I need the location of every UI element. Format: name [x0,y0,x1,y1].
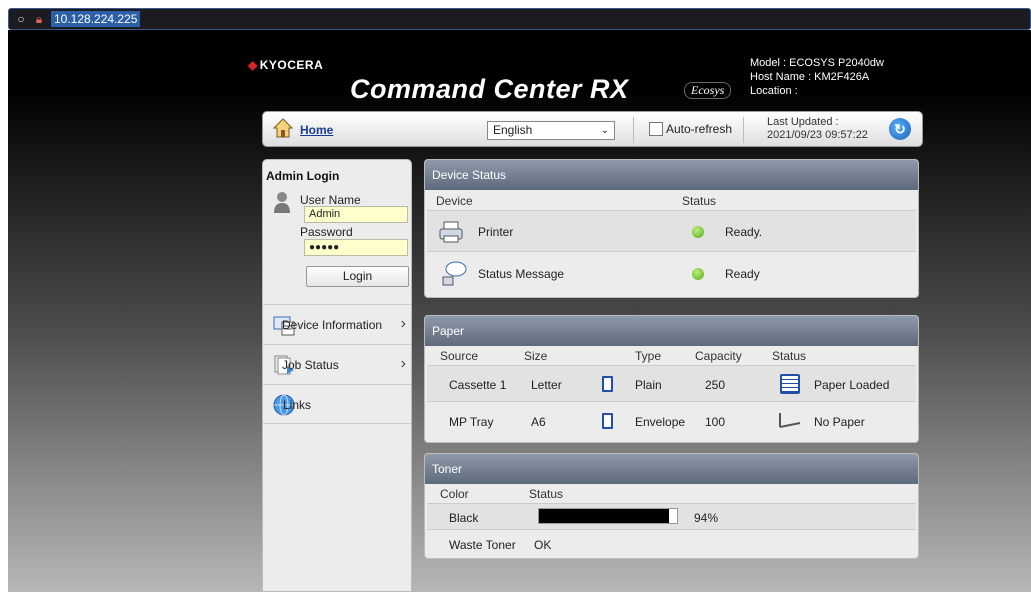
status-message-icon [442,261,467,286]
size-column-header: Size [524,349,548,363]
kyocera-logo: ◆ KYOCERA [248,58,323,72]
paper-status: Paper Loaded [814,378,890,392]
language-select[interactable]: English ⌄ [487,121,615,140]
table-row: Status Message Ready [427,255,916,295]
device-status-title: Device Status [425,160,918,190]
paper-type: Envelope [635,415,686,429]
device-status-panel: Device Status Device Status Printer Read… [424,159,919,298]
command-center-page: ◆ KYOCERA Command Center RX Ecosys Model … [8,30,1031,592]
refresh-icon[interactable]: ↻ [889,118,911,140]
capacity-column-header: Capacity [695,349,742,363]
no-paper-icon [779,413,801,428]
paper-type: Plain [635,378,662,392]
chevron-right-icon: › [400,315,406,332]
window-top-strip [0,0,1031,8]
paper-size: A6 [531,415,546,429]
sidebar-item-device-information[interactable]: Device Information › [263,304,411,344]
paper-panel: Paper Source Size Type Capacity Status C… [424,315,919,443]
waste-toner-status: OK [534,538,552,552]
sidebar: Admin Login User Name Admin Password ●●●… [262,159,412,592]
username-label: User Name [300,193,361,207]
printer-icon [439,221,463,243]
table-row: Printer Ready. [427,210,916,252]
device-status: Ready. [725,225,763,239]
device-name: Printer [478,225,514,239]
home-icon[interactable] [273,118,293,138]
host-text: Host Name : KM2F426A [750,71,870,83]
username-input[interactable]: Admin [304,206,408,223]
status-column-header: Status [772,349,807,363]
status-column-header: Status [529,487,564,501]
sidebar-item-links[interactable]: Links [263,384,411,424]
admin-login-title: Admin Login [266,169,340,183]
toner-color: Black [449,511,479,525]
auto-refresh-checkbox[interactable] [649,122,663,136]
toner-level-bar [538,508,678,524]
type-column-header: Type [635,349,662,363]
last-updated: Last Updated : 2021/09/23 09:57:22 [767,116,868,142]
device-column-header: Device [436,194,473,208]
toner-title: Toner [425,454,918,484]
url-text[interactable]: 10.128.224.225 [51,11,141,27]
ecosys-logo: Ecosys [684,82,732,99]
last-updated-label: Last Updated : [767,116,839,128]
brand-text: KYOCERA [259,58,324,72]
table-row: Cassette 1 Letter Plain 250 Paper Loaded [427,365,916,402]
navbar-divider [743,117,744,143]
home-link[interactable]: Home [300,123,333,137]
chevron-down-icon: ⌄ [600,125,609,136]
kyocera-mark-icon: ◆ [248,58,258,72]
shield-icon[interactable]: ○ [15,12,27,26]
paper-capacity: 250 [705,378,726,392]
table-row: Black 94% [427,503,916,530]
paper-capacity: 100 [705,415,726,429]
status-column-header: Status [682,194,717,208]
password-input[interactable]: ●●●●● [304,239,408,256]
status-ok-icon [692,226,704,238]
device-status: Ready [725,267,760,281]
address-bar[interactable]: ○ 🔒︎ 10.128.224.225 [8,8,1031,30]
location-text: Location : [750,85,798,97]
table-row: MP Tray A6 Envelope 100 No Paper [427,403,916,440]
language-value: English [493,123,533,137]
status-ok-icon [692,268,704,280]
device-name: Status Message [478,267,565,281]
device-info-header: Model : ECOSYS P2040dw Host Name : KM2F4… [750,56,884,98]
insecure-lock-icon[interactable]: 🔒︎ [33,12,45,27]
model-text: Model : ECOSYS P2040dw [750,57,884,69]
paper-sheet-icon [602,376,613,392]
paper-sheet-icon [602,413,613,429]
last-updated-value: 2021/09/23 09:57:22 [767,129,868,141]
paper-title: Paper [425,316,918,346]
paper-loaded-icon [780,374,800,394]
paper-status: No Paper [814,415,865,429]
sidebar-item-job-status[interactable]: Job Status › [263,344,411,384]
password-label: Password [300,225,353,239]
chevron-right-icon: › [400,355,406,372]
table-row: Waste Toner OK [427,531,916,558]
paper-source: Cassette 1 [449,378,507,392]
login-button[interactable]: Login [306,266,409,287]
auto-refresh-toggle[interactable]: Auto-refresh [649,122,732,136]
waste-toner-label: Waste Toner [449,538,516,552]
app-title: Command Center RX [350,74,629,104]
navbar-divider [633,117,634,143]
toner-panel: Toner Color Status Black 94% Waste Toner… [424,453,919,559]
sidebar-item-label: Device Information [282,318,383,332]
toner-percent: 94% [694,511,719,525]
paper-size: Letter [531,378,562,392]
paper-source: MP Tray [449,415,494,429]
auto-refresh-label: Auto-refresh [666,122,733,136]
color-column-header: Color [440,487,469,501]
user-icon [274,192,290,213]
source-column-header: Source [440,349,479,363]
sidebar-item-label: Links [283,398,312,412]
top-navbar: Home English ⌄ Auto-refresh Last Updated… [262,111,923,147]
sidebar-item-label: Job Status [282,358,339,372]
toner-level-fill [539,509,669,523]
